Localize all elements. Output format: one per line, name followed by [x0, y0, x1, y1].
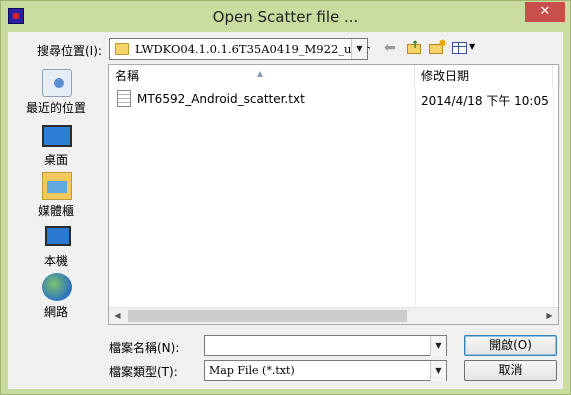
file-name-label: 檔案名稱(N): [109, 341, 180, 355]
column-name-label: 名稱 [115, 69, 140, 83]
computer-icon [45, 226, 71, 246]
place-computer[interactable]: 本機 [11, 220, 101, 270]
column-header-extra[interactable] [553, 65, 560, 87]
place-desktop[interactable]: 桌面 [11, 119, 101, 169]
place-label: 本機 [43, 254, 68, 268]
dialog-body: 搜尋位置(I): LWDKO04.1.0.1.6T35A0419_M922_us… [8, 32, 563, 389]
file-list[interactable]: ▲ 名稱 修改日期 MT6592_Android_scatter.txt 201… [108, 64, 560, 325]
chevron-down-icon[interactable]: ▼ [430, 361, 446, 381]
new-folder-icon[interactable]: ✸ [428, 37, 447, 56]
horizontal-scrollbar[interactable]: ◀ ▶ [109, 307, 558, 324]
libraries-icon [42, 172, 72, 200]
look-in-dropdown[interactable]: LWDKO04.1.0.1.6T35A0419_M922_user ▼ [109, 38, 370, 60]
close-button[interactable]: ✕ [525, 2, 565, 22]
place-label: 網路 [43, 305, 68, 319]
title-bar[interactable]: Open Scatter file ... ✕ [1, 1, 570, 33]
column-header-date[interactable]: 修改日期 [415, 65, 553, 87]
back-arrow-icon[interactable]: ⬅ [384, 40, 402, 56]
file-row[interactable]: MT6592_Android_scatter.txt 2014/4/18 下午 … [109, 89, 559, 111]
open-button[interactable]: 開啟(O) [464, 335, 557, 356]
text-file-icon [117, 90, 131, 107]
up-folder-icon[interactable]: ↑ [406, 40, 424, 56]
place-label: 桌面 [43, 153, 68, 167]
look-in-value: LWDKO04.1.0.1.6T35A0419_M922_user [135, 42, 370, 56]
file-date: 2014/4/18 下午 10:05 [421, 94, 549, 108]
column-divider [553, 87, 554, 308]
file-type-label: 檔案類型(T): [109, 365, 178, 379]
column-date-label: 修改日期 [421, 69, 470, 83]
cancel-button[interactable]: 取消 [464, 360, 557, 381]
scroll-left-icon[interactable]: ◀ [109, 308, 126, 324]
place-recent[interactable]: 最近的位置 [11, 67, 101, 117]
chevron-down-icon[interactable]: ▼ [430, 336, 446, 356]
scroll-thumb[interactable] [128, 310, 407, 322]
chevron-down-icon[interactable]: ▼ [351, 39, 367, 59]
file-name-input[interactable]: ▼ [204, 335, 447, 356]
network-icon [42, 273, 72, 301]
open-file-dialog: Open Scatter file ... ✕ 搜尋位置(I): LWDKO04… [0, 0, 571, 395]
place-network[interactable]: 網路 [11, 271, 101, 321]
desktop-icon [42, 125, 72, 147]
scroll-right-icon[interactable]: ▶ [541, 308, 558, 324]
recent-places-icon [42, 69, 72, 97]
file-type-value: Map File (*.txt) [209, 364, 295, 377]
look-in-label: 搜尋位置(I): [37, 44, 102, 58]
window-title: Open Scatter file ... [212, 8, 359, 26]
file-name: MT6592_Android_scatter.txt [137, 92, 305, 106]
file-type-select[interactable]: Map File (*.txt) ▼ [204, 360, 447, 381]
place-label: 媒體櫃 [37, 204, 74, 218]
column-divider [415, 87, 416, 308]
view-menu-icon[interactable]: ▼ [452, 40, 478, 56]
folder-icon [115, 43, 129, 55]
place-label: 最近的位置 [25, 101, 86, 115]
sort-ascending-icon: ▲ [257, 69, 264, 78]
column-header-name[interactable]: ▲ 名稱 [109, 65, 415, 87]
places-bar: 最近的位置 桌面 媒體櫃 本機 網路 [11, 65, 101, 326]
place-libraries[interactable]: 媒體櫃 [11, 170, 101, 220]
